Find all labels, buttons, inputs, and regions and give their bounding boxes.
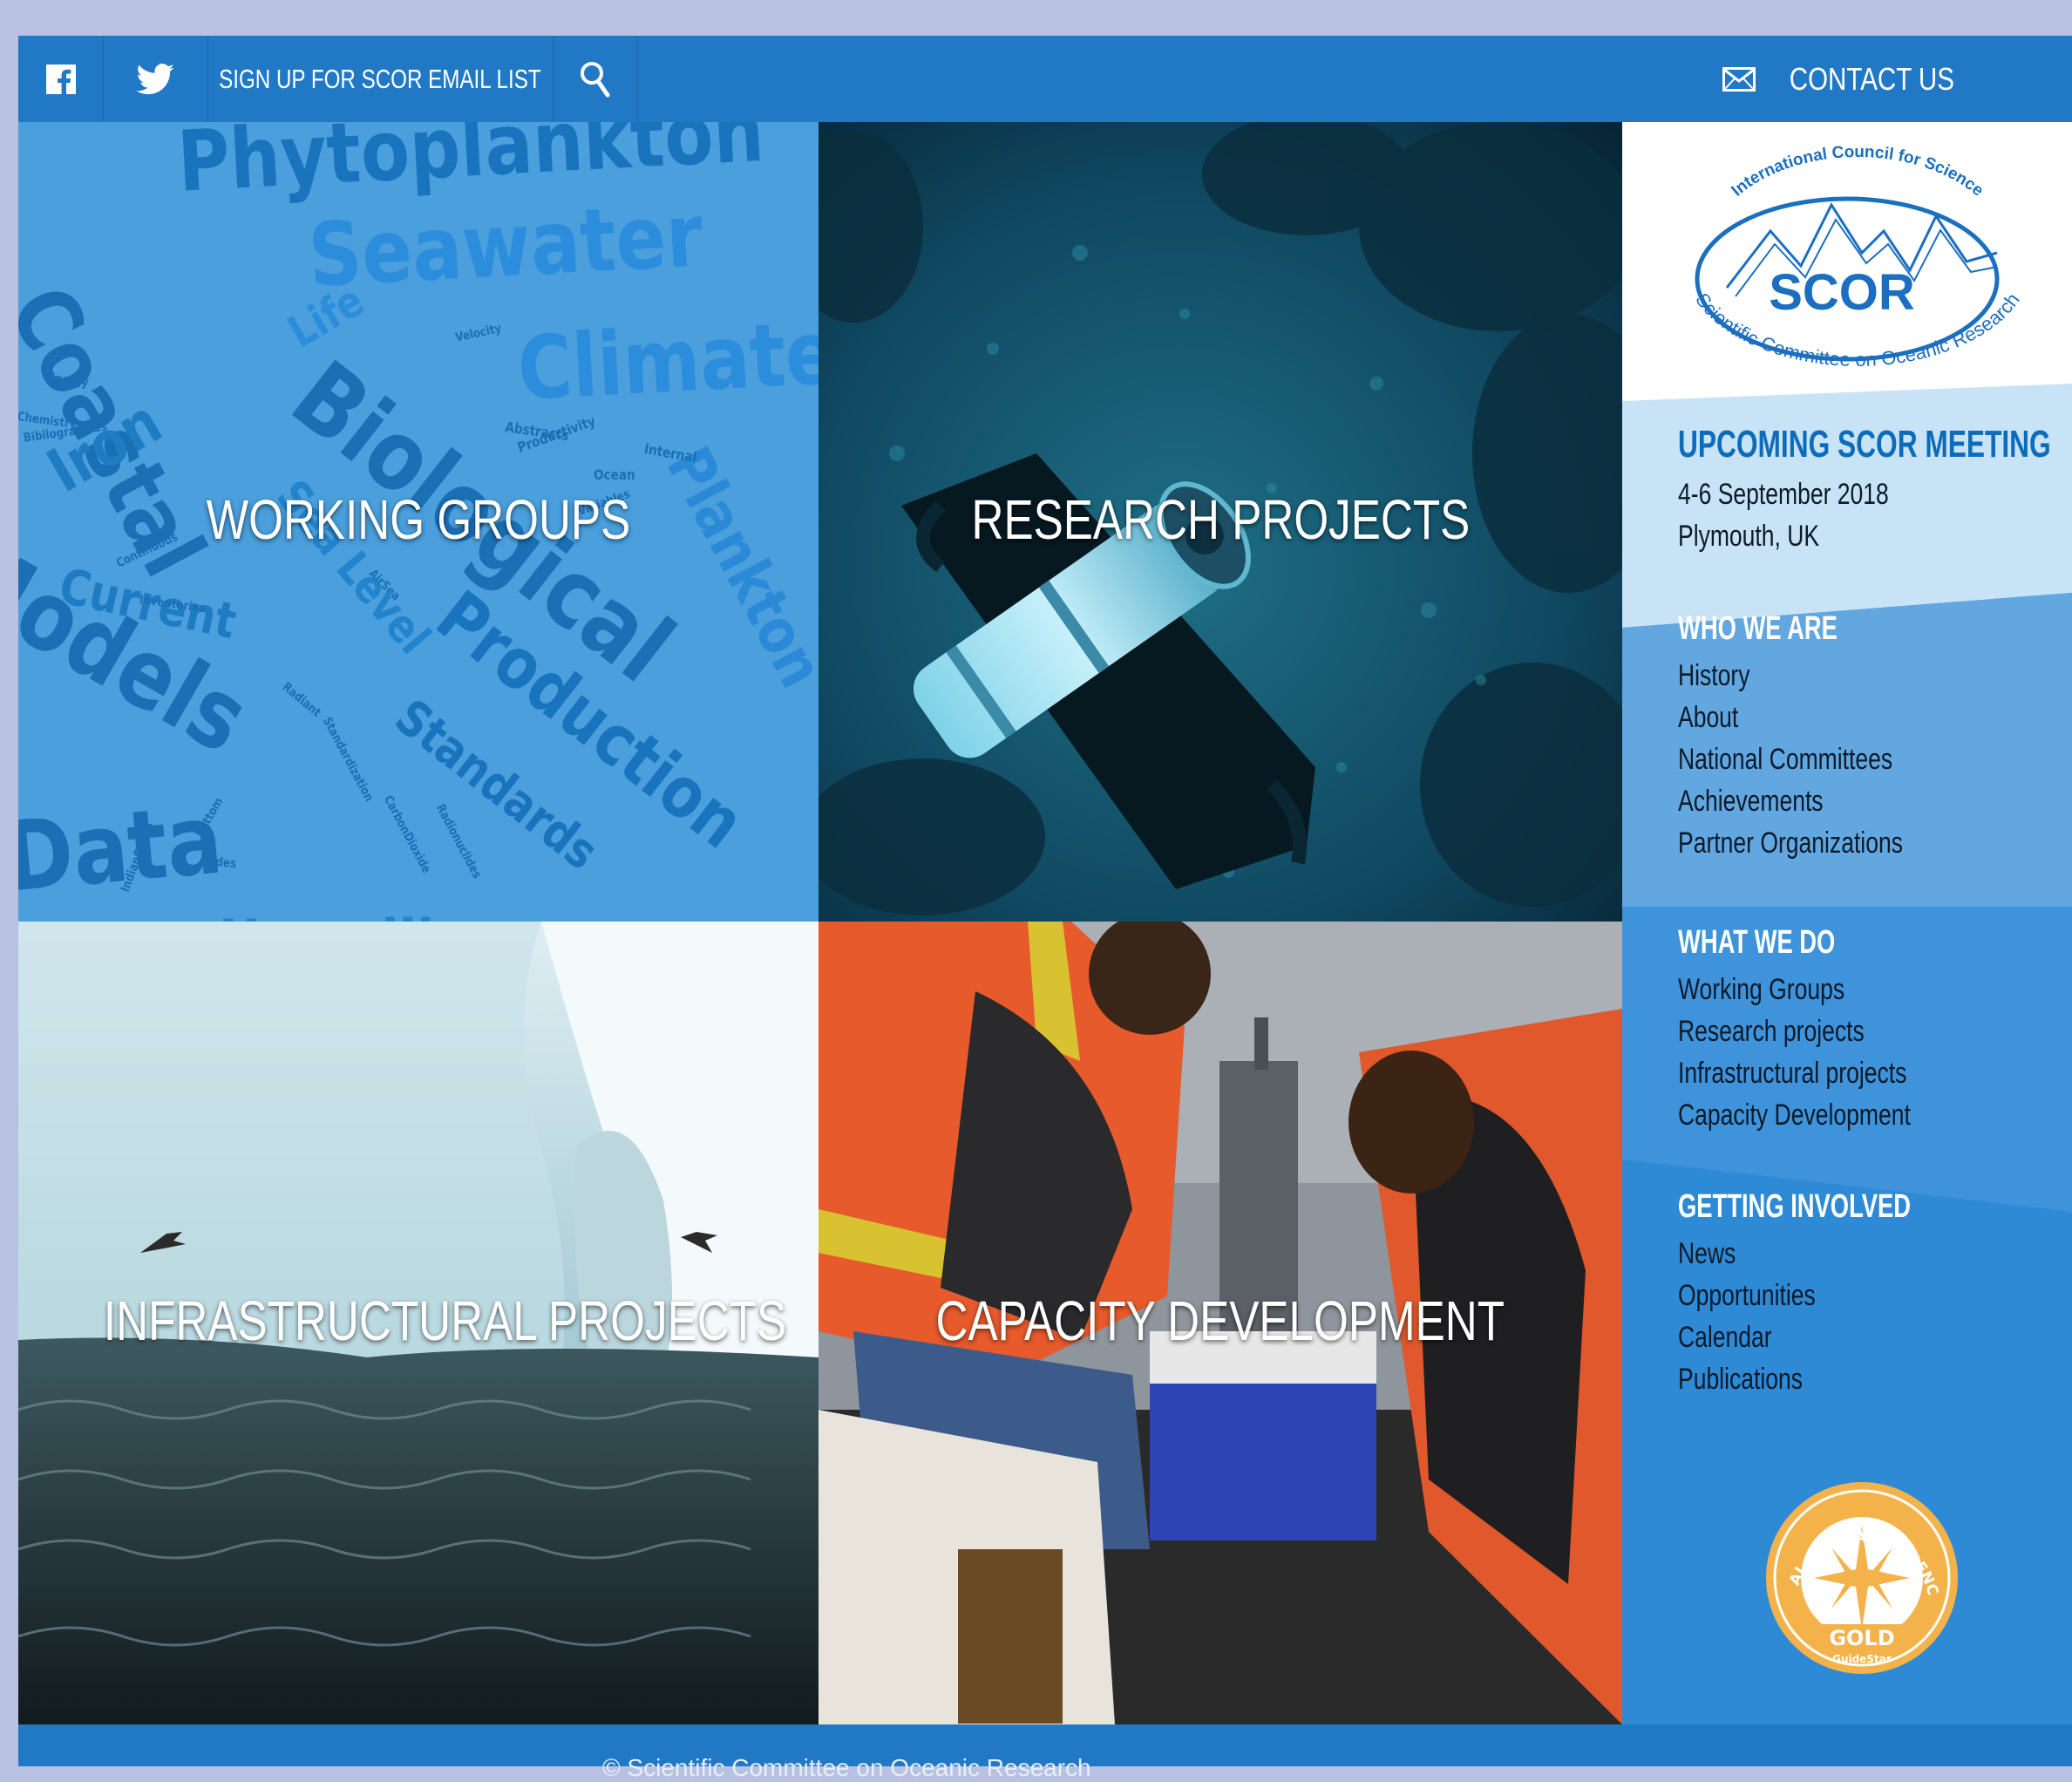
word-cloud-word: CarbonDioxide: [380, 793, 434, 876]
sidebar-section-title: GETTING INVOLVED: [1678, 1188, 1912, 1225]
word-cloud-word: Radionuclides: [432, 802, 485, 881]
twitter-icon: [136, 63, 174, 94]
word-cloud-word: Data: [18, 783, 227, 914]
upcoming-meeting-place: Plymouth, UK: [1678, 520, 1820, 553]
scor-logo-graphic: SCOR International Council for Science S…: [1691, 143, 2024, 371]
sidebar-item-capacity-development[interactable]: Capacity Development: [1678, 1094, 2028, 1136]
email-signup-label: SIGN UP FOR SCOR EMAIL LIST: [219, 63, 541, 94]
twitter-link[interactable]: [103, 36, 208, 122]
sidebar-item-working-groups[interactable]: Working Groups: [1678, 969, 2028, 1010]
guidestar-seal-level: GOLD: [1829, 1626, 1894, 1650]
word-cloud-word: Upwelling: [219, 907, 508, 922]
search-icon: [580, 61, 609, 97]
contact-us-label: CONTACT US: [1789, 60, 1954, 97]
tile-label: WORKING GROUPS: [206, 487, 631, 551]
guidestar-seal-graphic: SEAL OF TRANSPARENCY GOLD GuideStar: [1756, 1465, 1958, 1674]
tile-label: INFRASTRUCTURAL PROJECTS: [103, 1289, 787, 1352]
footer-copyright: © Scientific Committee on Oceanic Resear…: [602, 1754, 1091, 1781]
sidebar-section-what-we-do: WHAT WE DO Working Groups Research proje…: [1622, 924, 2072, 1136]
sidebar-item-opportunities[interactable]: Opportunities: [1678, 1275, 2028, 1316]
sidebar-section-who-we-are: WHO WE ARE History About National Commit…: [1622, 610, 2072, 864]
scor-logo[interactable]: SCOR International Council for Science S…: [1622, 122, 2072, 401]
upcoming-meeting: UPCOMING SCOR MEETING 4-6 September 2018…: [1622, 423, 2072, 557]
tile-capacity-development[interactable]: CAPACITY DEVELOPMENT: [819, 922, 1622, 1724]
sidebar-item-national-committees[interactable]: National Committees: [1678, 738, 2028, 780]
mail-icon: [1722, 66, 1756, 92]
svg-text:International Council for Scie: International Council for Science: [1728, 143, 1987, 201]
sidebar-section-title: WHAT WE DO: [1678, 924, 1836, 961]
facebook-icon: [45, 64, 76, 94]
upcoming-meeting-title[interactable]: UPCOMING SCOR MEETING: [1678, 423, 2051, 466]
tile-working-groups[interactable]: Phytoplankton Seawater Climate Coastal Biolo…: [18, 122, 819, 922]
guidestar-seal[interactable]: SEAL OF TRANSPARENCY GOLD GuideStar: [1756, 1465, 1962, 1678]
sidebar-item-infrastructural-projects[interactable]: Infrastructural projects: [1678, 1052, 2028, 1094]
guidestar-seal-brand: GuideStar: [1832, 1653, 1892, 1665]
footer: © Scientific Committee on Oceanic Resear…: [18, 1724, 2072, 1781]
upcoming-meeting-date: 4-6 September 2018: [1678, 478, 1889, 511]
word-cloud-word: Velocity: [454, 321, 503, 345]
word-cloud-word: Tides: [204, 854, 237, 872]
search-button[interactable]: [553, 36, 638, 122]
tile-label: CAPACITY DEVELOPMENT: [935, 1289, 1505, 1352]
word-cloud-word: Radiant: [279, 680, 323, 720]
word-cloud-word: Seawater: [306, 184, 705, 307]
sidebar-item-publications[interactable]: Publications: [1678, 1358, 2028, 1400]
sidebar-item-calendar[interactable]: Calendar: [1678, 1316, 2028, 1358]
page-top-strip: [0, 0, 2072, 36]
facebook-link[interactable]: [18, 36, 104, 122]
word-cloud-word: Ocean: [594, 466, 635, 483]
email-signup-link[interactable]: SIGN UP FOR SCOR EMAIL LIST: [207, 36, 554, 122]
sidebar-item-partner-organizations[interactable]: Partner Organizations: [1678, 822, 2028, 864]
sidebar-item-achievements[interactable]: Achievements: [1678, 780, 2028, 822]
tile-label: RESEARCH PROJECTS: [971, 487, 1470, 551]
top-bar: SIGN UP FOR SCOR EMAIL LIST: [18, 36, 1622, 122]
sidebar-section-getting-involved: GETTING INVOLVED News Opportunities Cale…: [1622, 1188, 2072, 1400]
word-cloud-word: Standardization: [319, 715, 377, 805]
tile-infrastructural-projects[interactable]: INFRASTRUCTURAL PROJECTS: [18, 922, 819, 1724]
sidebar-section-title: WHO WE ARE: [1678, 610, 1838, 647]
scor-logo-arc-top: International Council for Science: [1728, 143, 1987, 201]
contact-us-link[interactable]: CONTACT US: [1622, 36, 2072, 122]
sidebar-item-research-projects[interactable]: Research projects: [1678, 1010, 2028, 1052]
sidebar: SCOR International Council for Science S…: [1622, 122, 2072, 1724]
word-cloud-word: Plankton: [652, 436, 819, 699]
tile-research-projects[interactable]: RESEARCH PROJECTS: [819, 122, 1622, 922]
sidebar-item-about[interactable]: About: [1678, 697, 2028, 738]
scor-logo-acronym: SCOR: [1769, 264, 1915, 321]
word-cloud-word: Climate: [515, 301, 819, 420]
sidebar-item-history[interactable]: History: [1678, 655, 2028, 697]
sidebar-item-news[interactable]: News: [1678, 1233, 2028, 1275]
